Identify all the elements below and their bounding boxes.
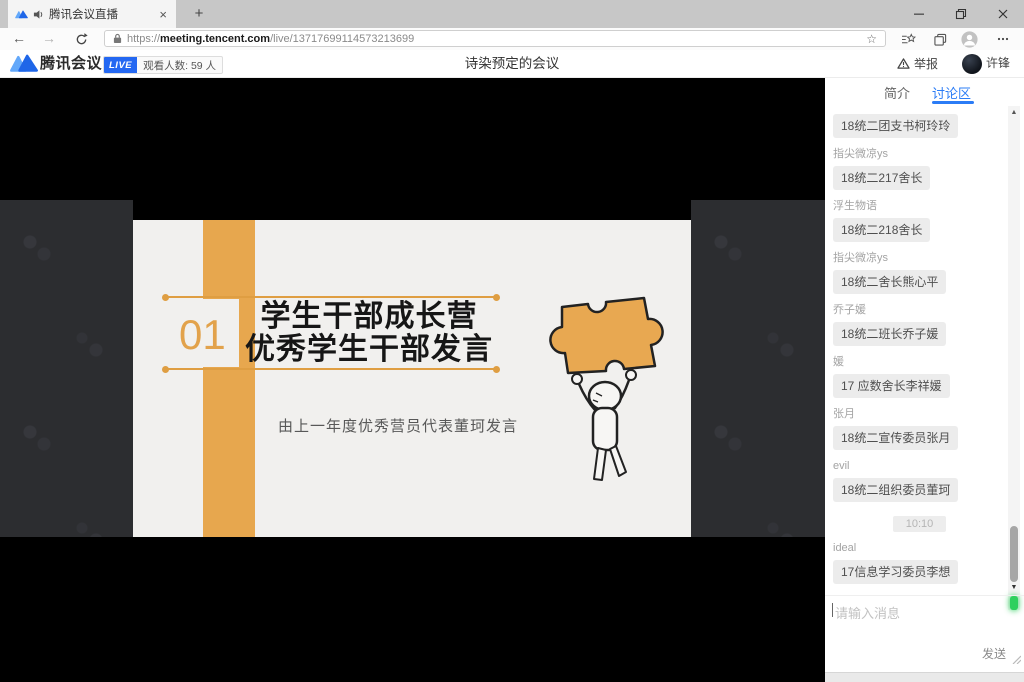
warning-icon <box>897 58 910 69</box>
slide-accent-band <box>203 220 255 537</box>
tab-discussion[interactable]: 讨论区 <box>932 83 971 102</box>
viewer-count: 观看人数: 59 人 <box>137 57 222 73</box>
chat-sender-name: 指尖微凉ys <box>833 148 1006 161</box>
chat-bubble: 18统二班长乔子媛 <box>833 322 946 346</box>
address-bar: ← → https://meeting.tencent.com/live/137… <box>0 28 1024 51</box>
live-badge: LIVE 观看人数: 59 人 <box>103 56 223 74</box>
live-label: LIVE <box>104 57 137 73</box>
chat-bubble: 18统二组织委员董珂 <box>833 478 958 502</box>
chat-bubble: 18统二舍长熊心平 <box>833 270 946 294</box>
browser-tab-bar: 腾讯会议直播 × + <box>0 0 1024 29</box>
panel-tabs: 简介 讨论区 <box>825 78 1024 104</box>
chat-input[interactable] <box>833 601 997 647</box>
forward-icon[interactable]: → <box>38 28 60 50</box>
chat-sender-name: evil <box>833 460 1006 473</box>
minimize-button[interactable] <box>898 0 940 28</box>
url-text: https://meeting.tencent.com/live/1371769… <box>127 33 414 45</box>
tab-audio-icon[interactable] <box>33 9 44 20</box>
chat-message-list[interactable]: 18统二团支书柯玲玲指尖微凉ys18统二217舍长浮生物语18统二218舍长指尖… <box>825 104 1006 594</box>
favorites-bar-icon[interactable] <box>899 31 917 47</box>
close-window-button[interactable] <box>982 0 1024 28</box>
profile-avatar-icon[interactable] <box>960 31 978 47</box>
puzzle-figure-illustration <box>548 293 668 493</box>
send-button[interactable]: 发送 <box>982 645 1006 662</box>
live-video-area[interactable]: 01 学生干部成长营 优秀学生干部发言 由上一年度优秀营员代表董珂发言 <box>0 78 825 682</box>
collections-icon[interactable] <box>931 31 949 47</box>
report-button[interactable]: 举报 <box>897 50 938 77</box>
slide-section-number: 01 <box>179 314 226 356</box>
slide-divider-bottom <box>166 368 496 370</box>
chat-message: 指尖微凉ys 18统二217舍长 <box>833 148 1006 190</box>
chat-bubble: 18统二218舍长 <box>833 218 930 242</box>
refresh-icon[interactable] <box>72 31 90 47</box>
chat-message: 指尖微凉ys 18统二舍长熊心平 <box>833 252 1006 294</box>
user-avatar[interactable] <box>962 54 982 74</box>
resize-handle-icon[interactable] <box>1011 651 1021 669</box>
menu-dots-icon[interactable] <box>994 31 1012 47</box>
slide-divider-top <box>166 296 496 298</box>
chat-message: 乔子媛 18统二班长乔子媛 <box>833 304 1006 346</box>
chat-input-area: 发送 <box>825 595 1024 672</box>
chat-message: 张月 18统二宣传委员张月 <box>833 408 1006 450</box>
slide-subtitle: 由上一年度优秀营员代表董珂发言 <box>248 415 548 436</box>
tab-favicon <box>15 9 28 20</box>
back-icon[interactable]: ← <box>8 28 30 50</box>
chat-bubble: 18统二团支书柯玲玲 <box>833 114 958 138</box>
user-name: 许锋 <box>986 50 1010 77</box>
chat-sender-name: 媛 <box>833 356 1006 369</box>
chat-scrollbar[interactable]: ▲ ▼ <box>1008 106 1020 610</box>
tab-title: 腾讯会议直播 <box>49 6 152 22</box>
scroll-up-icon[interactable]: ▲ <box>1008 109 1020 116</box>
scroll-down-icon[interactable]: ▼ <box>1008 584 1020 591</box>
tab-intro[interactable]: 简介 <box>884 83 910 102</box>
chat-bubble: 18统二217舍长 <box>833 166 930 190</box>
tab-close-icon[interactable]: × <box>157 7 169 22</box>
browser-tab[interactable]: 腾讯会议直播 × <box>8 0 176 28</box>
new-tab-button[interactable]: + <box>186 3 212 25</box>
favorite-star-icon[interactable]: ☆ <box>866 33 877 45</box>
chat-message: 18统二团支书柯玲玲 <box>833 114 1006 138</box>
chat-message: ideal 17信息学习委员李想 <box>833 542 1006 584</box>
chat-sender-name: 张月 <box>833 408 1006 421</box>
chat-sender-name: 指尖微凉ys <box>833 252 1006 265</box>
presentation-slide: 01 学生干部成长营 优秀学生干部发言 由上一年度优秀营员代表董珂发言 <box>133 220 691 537</box>
window-controls <box>898 0 1024 28</box>
lock-icon <box>113 33 122 44</box>
chat-message: 媛 17 应数舍长李祥媛 <box>833 356 1006 398</box>
window-bottom-strip <box>825 672 1024 682</box>
chat-panel: 简介 讨论区 18统二团支书柯玲玲指尖微凉ys18统二217舍长浮生物语18统二… <box>825 78 1024 672</box>
site-header: 腾讯会议 LIVE 观看人数: 59 人 诗染预定的会议 举报 许锋 <box>0 50 1024 78</box>
video-side-texture-left <box>0 200 133 537</box>
browser-window: 腾讯会议直播 × + ← → https://meeting.tencen <box>0 0 1024 682</box>
chat-message: evil 18统二组织委员董珂 <box>833 460 1006 502</box>
chat-bubble: 17 应数舍长李祥媛 <box>833 374 950 398</box>
chat-bubble: 18统二宣传委员张月 <box>833 426 958 450</box>
chat-sender-name: 浮生物语 <box>833 200 1006 213</box>
slide-title: 学生干部成长营 优秀学生干部发言 <box>229 300 509 366</box>
tencent-meeting-logo <box>10 54 38 78</box>
chat-timestamp: 10:10 <box>833 514 1006 532</box>
slide-title-line2: 优秀学生干部发言 <box>229 333 509 366</box>
scrollbar-thumb[interactable] <box>1010 526 1018 582</box>
slide-title-line1: 学生干部成长营 <box>229 300 509 333</box>
video-side-texture-right <box>691 200 825 537</box>
brand-name: 腾讯会议 <box>40 50 102 77</box>
chat-message: 浮生物语 18统二218舍长 <box>833 200 1006 242</box>
url-field[interactable]: https://meeting.tencent.com/live/1371769… <box>104 30 886 47</box>
chat-bubble: 17信息学习委员李想 <box>833 560 958 584</box>
chat-sender-name: 乔子媛 <box>833 304 1006 317</box>
restore-button[interactable] <box>940 0 982 28</box>
chat-sender-name: ideal <box>833 542 1006 555</box>
